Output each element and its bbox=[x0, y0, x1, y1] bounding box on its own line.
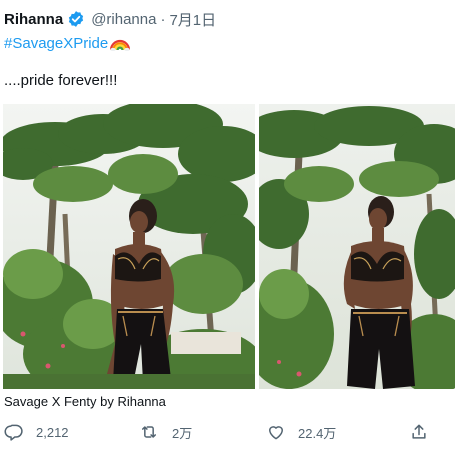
media-caption[interactable]: Savage X Fenty by Rihanna bbox=[4, 394, 166, 409]
author-handle[interactable]: @rihanna bbox=[91, 11, 156, 28]
photo-right[interactable] bbox=[259, 104, 455, 389]
tweet-header: Rihanna @rihanna · 7月1日 bbox=[4, 9, 216, 29]
verified-badge-icon bbox=[67, 10, 85, 28]
retweet-count: 2万 bbox=[172, 425, 193, 441]
like-count: 22.4万 bbox=[298, 425, 337, 441]
hashtag-link[interactable]: #SavageXPride bbox=[4, 35, 108, 52]
reply-icon bbox=[4, 424, 23, 441]
heart-icon bbox=[269, 426, 283, 440]
tweet-text: ....pride forever!!! bbox=[4, 72, 118, 89]
share-icon bbox=[412, 424, 426, 439]
author-name[interactable]: Rihanna bbox=[4, 11, 63, 28]
tweet-actions: 2,212 2万 22.4万 bbox=[0, 420, 455, 444]
separator-dot: · bbox=[160, 10, 166, 28]
hashtag-line: #SavageXPride bbox=[4, 33, 131, 53]
media-grid[interactable] bbox=[3, 104, 455, 389]
photo-left[interactable] bbox=[3, 104, 255, 389]
tweet-date[interactable]: 7月1日 bbox=[169, 9, 216, 30]
like-button[interactable]: 22.4万 bbox=[266, 420, 336, 444]
reply-count: 2,212 bbox=[36, 424, 69, 440]
rainbow-emoji-icon bbox=[110, 35, 131, 51]
share-button[interactable] bbox=[409, 420, 441, 444]
reply-button[interactable]: 2,212 bbox=[4, 420, 69, 444]
retweet-button[interactable]: 2万 bbox=[138, 420, 192, 444]
retweet-icon bbox=[142, 426, 156, 438]
